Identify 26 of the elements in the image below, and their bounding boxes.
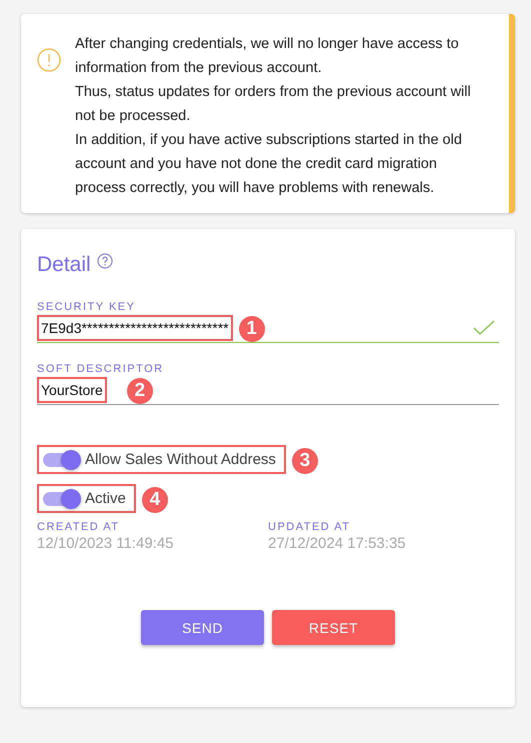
- section-title: Detail: [37, 253, 91, 277]
- check-icon: [473, 320, 495, 336]
- callout-badge: 2: [126, 378, 153, 404]
- timestamp-label: CREATED AT: [37, 521, 120, 533]
- toggle-label: Active: [85, 490, 126, 507]
- field-label: SECURITY KEY: [37, 301, 136, 313]
- callout-badge: 3: [292, 448, 318, 474]
- warning-text: In addition, if you have active subscriptions started in the old account and you have not done the credit card migration process correctly, you will have problems with renewals.: [75, 131, 463, 198]
- timestamp-value: 12/10/2023 11:49:45: [37, 535, 175, 552]
- input-value: 7E9d3***************************: [41, 320, 229, 336]
- input-field[interactable]: 7E9d3*************************** 1: [37, 314, 499, 343]
- timestamp-value: 27/12/2024 17:53:35: [268, 535, 407, 552]
- toggle-switch[interactable]: [43, 492, 79, 506]
- field-label: SOFT DESCRIPTOR: [37, 363, 165, 375]
- send-button[interactable]: SEND: [141, 610, 264, 645]
- warning-text: After changing credentials, we will no longer have access to information from the previous account.: [75, 35, 460, 78]
- toggle-switch[interactable]: [43, 452, 79, 466]
- warning-icon: [37, 48, 61, 72]
- input-value: YourStore: [41, 382, 103, 398]
- callout-badge: 1: [238, 316, 265, 342]
- warning-text: Thus, status updates for orders from the previous account will not be processed.: [75, 83, 472, 126]
- timestamp-label: UPDATED AT: [268, 521, 352, 533]
- input-field[interactable]: YourStore 2: [37, 376, 499, 405]
- callout-badge: 4: [142, 486, 168, 512]
- toggle-label: Allow Sales Without Address: [85, 451, 276, 468]
- help-icon[interactable]: [96, 253, 113, 269]
